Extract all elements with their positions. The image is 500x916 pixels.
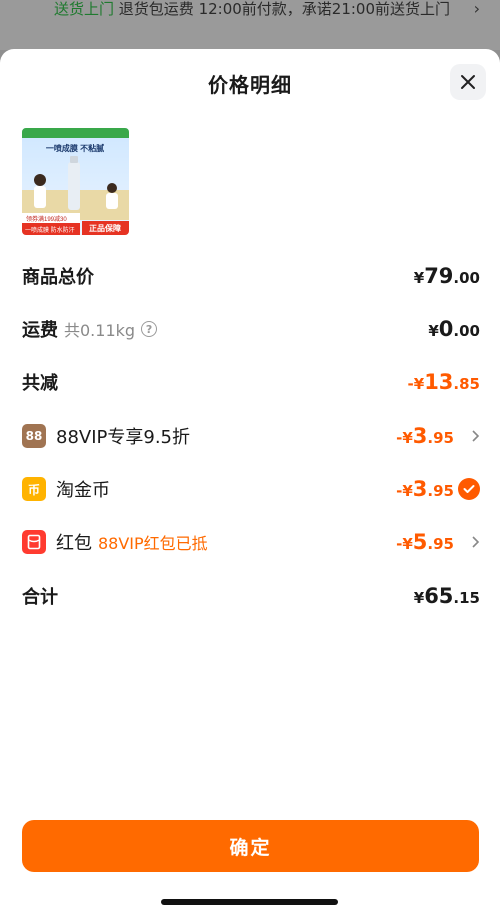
goods-total-label: 商品总价 bbox=[22, 267, 94, 288]
redpack-note: 88VIP红包已抵 bbox=[98, 534, 208, 553]
total-amount: ¥ 65 .15 bbox=[414, 584, 480, 608]
redpack-label: 红包 88VIP红包已抵 bbox=[22, 529, 208, 555]
discount-label: 共减 bbox=[22, 373, 58, 394]
row-shipping: 运费 共0.11kg ? ¥ 0 .00 bbox=[22, 314, 480, 344]
close-button[interactable] bbox=[450, 64, 486, 100]
vip-amount: -¥ 3 .95 bbox=[396, 424, 454, 448]
vip-trail bbox=[458, 429, 480, 443]
shipping-weight: 共0.11kg bbox=[64, 321, 136, 340]
redpack-amount: -¥ 5 .95 bbox=[396, 530, 454, 554]
amount-decimal: .85 bbox=[453, 375, 480, 393]
help-icon[interactable]: ? bbox=[141, 321, 158, 337]
product-banner-text: 一喷成膜 不粘腻 bbox=[46, 143, 104, 153]
chevron-right-icon bbox=[472, 536, 480, 548]
row-88vip[interactable]: 88 88VIP专享9.5折 -¥ 3 .95 bbox=[22, 421, 480, 451]
delivery-highlight: 送货上门 bbox=[54, 0, 115, 18]
coin-text: 淘金币 bbox=[56, 480, 110, 501]
shipping-amount: ¥ 0 .00 bbox=[428, 317, 480, 341]
amount-decimal: .00 bbox=[453, 269, 480, 287]
coin-icon: 币 bbox=[22, 477, 46, 501]
currency: ¥ bbox=[413, 269, 425, 287]
amount-decimal: .00 bbox=[453, 322, 480, 340]
checkmark-icon[interactable] bbox=[458, 478, 480, 500]
amount-integer: 65 bbox=[424, 584, 454, 608]
background-page: 送货上门 退货包运费 12:00前付款，承诺21:00前送货上门 › bbox=[0, 0, 500, 50]
amount-integer: 0 bbox=[438, 317, 454, 341]
row-redpack[interactable]: 红包 88VIP红包已抵 -¥ 5 .95 bbox=[22, 527, 480, 557]
amount-decimal: .95 bbox=[427, 535, 454, 553]
amount-integer: 3 bbox=[412, 477, 428, 501]
amount-integer: 5 bbox=[412, 530, 428, 554]
price-detail-sheet: 价格明细 一喷成膜 不粘腻 领券满199减30 一喷成膜 防水防汗 正品保障 商… bbox=[0, 49, 500, 916]
row-goods-total: 商品总价 ¥ 79 .00 bbox=[22, 261, 480, 291]
amount-integer: 13 bbox=[424, 370, 454, 394]
currency: -¥ bbox=[407, 375, 425, 393]
product-price-tag: 领券满199减30 bbox=[26, 215, 67, 223]
vip-text: 88VIP专享9.5折 bbox=[56, 427, 191, 448]
currency: ¥ bbox=[428, 322, 439, 340]
redpack-text: 红包 bbox=[56, 533, 92, 554]
sheet-title: 价格明细 bbox=[208, 73, 292, 97]
goods-total-amount: ¥ 79 .00 bbox=[414, 264, 480, 288]
amount-integer: 3 bbox=[412, 424, 428, 448]
shipping-label: 运费 共0.11kg ? bbox=[22, 316, 158, 342]
currency: -¥ bbox=[396, 429, 413, 447]
amount-decimal: .95 bbox=[427, 429, 454, 447]
88vip-icon: 88 bbox=[22, 424, 46, 448]
product-bottom-text: 一喷成膜 防水防汗 bbox=[25, 226, 75, 234]
discount-amount: -¥ 13 .85 bbox=[408, 370, 480, 394]
close-icon bbox=[461, 75, 475, 89]
currency: ¥ bbox=[413, 589, 425, 607]
row-discount: 共减 -¥ 13 .85 bbox=[22, 367, 480, 397]
chevron-right-icon bbox=[472, 430, 480, 442]
row-total: 合计 ¥ 65 .15 bbox=[22, 581, 480, 611]
coin-amount: -¥ 3 .95 bbox=[396, 477, 454, 501]
amount-decimal: .95 bbox=[427, 482, 454, 500]
coin-trail bbox=[458, 478, 480, 500]
coin-label: 币 淘金币 bbox=[22, 476, 110, 502]
home-indicator bbox=[161, 899, 338, 905]
product-thumbnail: 一喷成膜 不粘腻 领券满199减30 一喷成膜 防水防汗 正品保障 bbox=[22, 128, 129, 235]
product-badge: 正品保障 bbox=[89, 223, 121, 233]
confirm-button[interactable]: 确定 bbox=[22, 820, 479, 872]
currency: -¥ bbox=[396, 535, 413, 553]
amount-decimal: .15 bbox=[453, 589, 480, 607]
amount-integer: 79 bbox=[424, 264, 454, 288]
vip-label: 88 88VIP专享9.5折 bbox=[22, 423, 190, 449]
shipping-title: 运费 bbox=[22, 320, 58, 341]
currency: -¥ bbox=[396, 482, 413, 500]
chevron-right-icon: › bbox=[473, 0, 480, 18]
total-label: 合计 bbox=[22, 587, 58, 608]
row-taojinbi[interactable]: 币 淘金币 -¥ 3 .95 bbox=[22, 474, 480, 504]
delivery-text: 退货包运费 12:00前付款，承诺21:00前送货上门 bbox=[118, 0, 451, 18]
red-packet-icon bbox=[22, 530, 46, 554]
delivery-info: 送货上门 退货包运费 12:00前付款，承诺21:00前送货上门 bbox=[54, 0, 450, 18]
redpack-trail bbox=[458, 535, 480, 549]
